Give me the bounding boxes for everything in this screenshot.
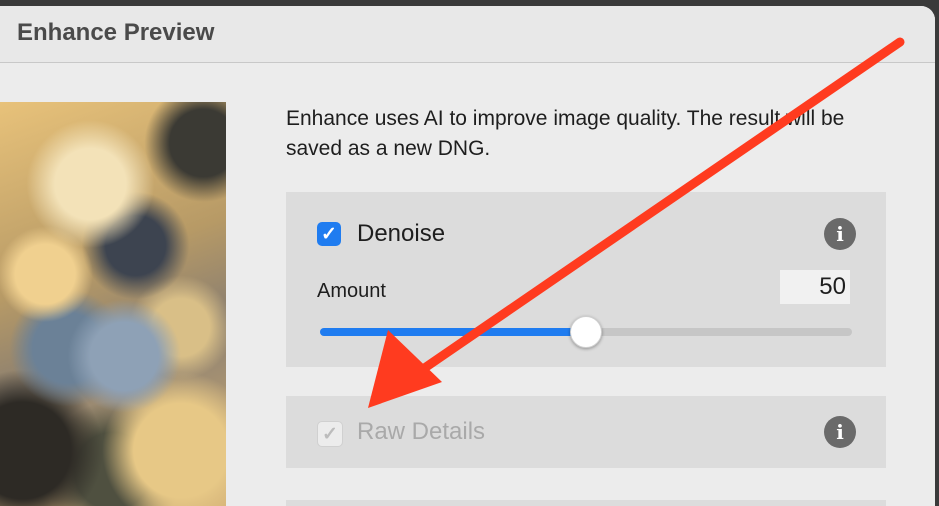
amount-label: Amount	[317, 280, 386, 302]
amount-slider-thumb[interactable]	[570, 316, 602, 348]
amount-slider[interactable]	[320, 316, 852, 348]
raw-details-checkbox[interactable]: ✓	[317, 421, 343, 447]
info-icon[interactable]: i	[824, 218, 856, 250]
dialog-title: Enhance Preview	[17, 19, 215, 46]
info-icon[interactable]: i	[824, 416, 856, 448]
amount-value-field[interactable]: 50	[780, 270, 850, 304]
dialog-titlebar: Enhance Preview	[0, 6, 935, 63]
denoise-checkbox[interactable]: ✓	[317, 222, 341, 246]
denoise-panel: ✓ Denoise i Amount 50	[286, 192, 886, 367]
info-icon-glyph: i	[836, 222, 844, 246]
description-text: Enhance uses AI to improve image quality…	[286, 107, 845, 160]
raw-details-panel: ✓ Raw Details i	[286, 396, 886, 468]
enhance-preview-dialog: Enhance Preview Enhance uses AI to impro…	[0, 6, 935, 506]
checkmark-icon: ✓	[321, 223, 337, 245]
amount-slider-fill	[320, 328, 586, 336]
image-preview	[0, 102, 226, 506]
info-icon-glyph: i	[836, 420, 844, 444]
raw-details-label: Raw Details	[357, 418, 486, 445]
next-option-panel	[286, 500, 886, 506]
checkmark-icon: ✓	[322, 423, 338, 445]
denoise-label: Denoise	[357, 220, 446, 247]
